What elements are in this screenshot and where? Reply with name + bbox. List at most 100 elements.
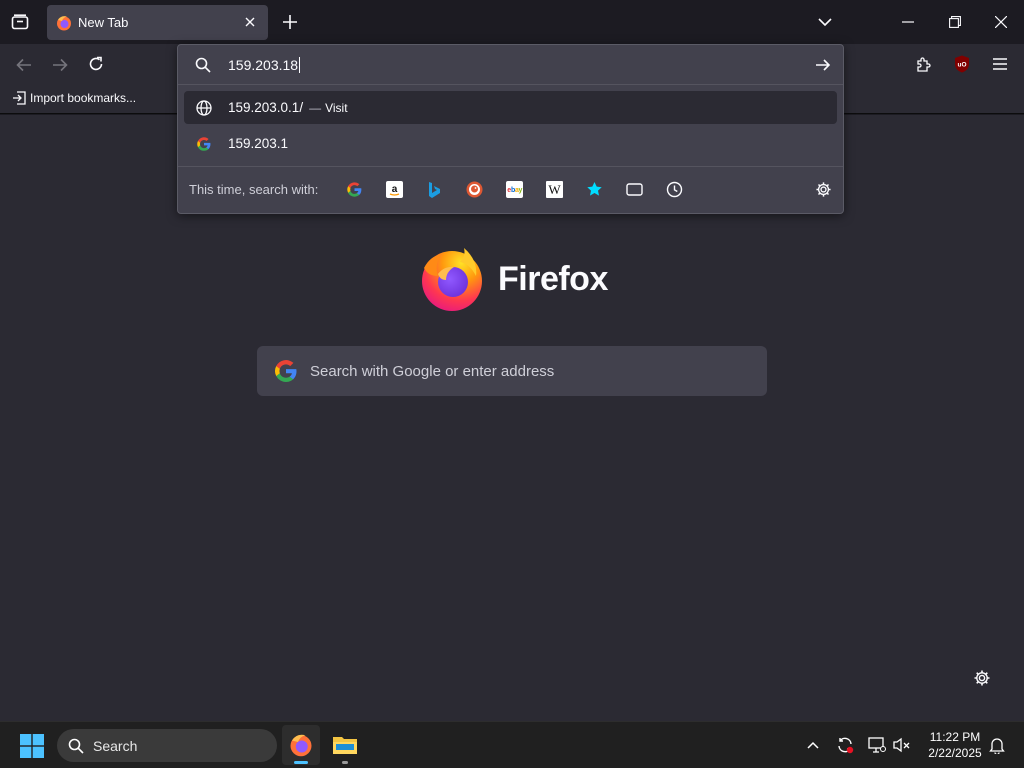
history-search-button[interactable] <box>664 179 684 199</box>
go-arrow-icon[interactable] <box>815 57 831 73</box>
search-icon <box>68 738 84 754</box>
back-arrow-icon <box>16 58 31 72</box>
globe-icon <box>195 99 213 117</box>
google-icon <box>275 360 297 382</box>
import-icon <box>13 91 26 105</box>
bing-engine-button[interactable] <box>424 179 444 199</box>
one-off-search-bar: This time, search with: a ebay W <box>178 166 843 213</box>
google-icon <box>195 135 213 153</box>
restore-button[interactable] <box>943 11 967 33</box>
taskbar-search-label: Search <box>93 737 138 754</box>
volume-muted-icon <box>893 737 910 753</box>
duckduckgo-engine-button[interactable] <box>464 179 484 199</box>
urlbar-value: 159.203.18 <box>228 57 299 73</box>
close-tab-icon[interactable] <box>242 14 258 30</box>
clock-date: 2/22/2025 <box>928 746 982 760</box>
list-all-tabs-button[interactable] <box>814 11 836 33</box>
folder-icon <box>333 737 357 754</box>
suggestion-search-term: 159.203.1 <box>228 136 289 151</box>
clock-time: 11:22 PM <box>929 730 981 744</box>
urlbar-popup: 159.203.18 159.203.0.1/ — Visit 159.203.… <box>177 44 844 214</box>
active-app-indicator <box>294 761 308 764</box>
plus-icon <box>283 15 297 29</box>
reload-button[interactable] <box>85 53 107 75</box>
new-tab-button[interactable] <box>279 11 301 33</box>
suggestion-visit[interactable]: 159.203.0.1/ — Visit <box>184 91 837 124</box>
star-icon <box>586 181 602 196</box>
suggestion-separator: — <box>309 100 322 115</box>
minimize-button[interactable] <box>896 11 920 33</box>
text-caret <box>299 57 301 73</box>
bing-icon <box>429 181 440 198</box>
chevron-up-icon <box>807 741 819 749</box>
import-bookmarks-label: Import bookmarks... <box>30 91 137 105</box>
suggestion-action: Visit <box>325 100 348 115</box>
firefox-wordmark: Firefox <box>498 259 608 298</box>
firefox-logo-icon <box>422 248 482 311</box>
import-bookmarks-button[interactable]: Import bookmarks... <box>12 91 136 105</box>
tabs-search-button[interactable] <box>624 179 644 199</box>
search-settings-button[interactable] <box>813 179 833 199</box>
urlbar[interactable]: 159.203.18 <box>178 45 843 85</box>
show-hidden-icons-button[interactable] <box>802 734 824 756</box>
amazon-icon: a <box>385 180 403 198</box>
gear-icon <box>974 670 990 686</box>
taskbar-file-explorer[interactable] <box>327 725 363 765</box>
restore-icon <box>949 16 961 28</box>
firefox-logo: Firefox <box>420 246 608 312</box>
svg-text:uO: uO <box>957 62 966 69</box>
notifications-button[interactable] <box>986 734 1008 756</box>
firefox-tab-icon <box>57 15 71 30</box>
amazon-engine-button[interactable]: a <box>384 179 404 199</box>
extensions-button[interactable] <box>913 53 935 75</box>
duckduckgo-icon <box>466 181 482 197</box>
gear-icon <box>815 181 831 197</box>
new-tab-search-box[interactable]: Search with Google or enter address <box>257 346 767 396</box>
svg-text:W: W <box>548 182 561 197</box>
google-icon <box>346 181 361 197</box>
forward-button[interactable] <box>49 54 71 76</box>
search-icon <box>195 57 211 73</box>
ublock-origin-button[interactable]: uO <box>951 53 973 75</box>
search-placeholder: Search with Google or enter address <box>310 362 555 380</box>
sync-icon <box>838 737 854 754</box>
svg-text:a: a <box>391 184 397 195</box>
tab-icon <box>625 182 643 196</box>
tray-network-button[interactable] <box>866 734 888 756</box>
bell-icon <box>989 738 1005 754</box>
hamburger-menu-icon <box>993 58 1007 70</box>
google-engine-button[interactable] <box>344 179 364 199</box>
back-button[interactable] <box>13 54 35 76</box>
firefox-view-button[interactable] <box>8 11 32 33</box>
taskbar-clock[interactable]: 11:22 PM 2/22/2025 <box>918 729 992 761</box>
firefox-view-icon <box>11 14 29 30</box>
network-monitor-icon <box>868 737 886 753</box>
running-app-indicator <box>342 761 348 764</box>
tray-volume-button[interactable] <box>891 734 913 756</box>
ublock-origin-icon: uO <box>955 55 969 73</box>
taskbar-search[interactable]: Search <box>57 729 277 762</box>
urlbar-input-text[interactable]: 159.203.18 <box>228 57 301 73</box>
suggestion-url: 159.203.0.1/ <box>228 100 304 115</box>
close-window-button[interactable] <box>989 11 1013 33</box>
one-off-label: This time, search with: <box>189 182 319 197</box>
suggestion-google-search[interactable]: 159.203.1 <box>184 127 837 160</box>
menu-button[interactable] <box>989 53 1011 75</box>
chevron-down-icon <box>818 17 832 26</box>
start-button[interactable] <box>18 732 46 760</box>
windows-taskbar: Search 11:22 PM 2/22/2025 <box>0 721 1024 768</box>
tab-new-tab[interactable]: New Tab <box>47 5 268 40</box>
reload-icon <box>89 56 103 71</box>
tray-sync-icon-button[interactable] <box>834 734 856 756</box>
wikipedia-engine-button[interactable]: W <box>544 179 564 199</box>
puzzle-icon <box>917 57 931 72</box>
taskbar-firefox[interactable] <box>282 725 320 765</box>
ebay-engine-button[interactable]: ebay <box>504 179 524 199</box>
customize-page-button[interactable] <box>973 669 991 692</box>
minimize-icon <box>902 21 914 23</box>
wikipedia-icon: W <box>545 180 563 198</box>
bookmarks-search-button[interactable] <box>584 179 604 199</box>
forward-arrow-icon <box>53 58 68 72</box>
title-bar: New Tab <box>0 0 1024 44</box>
ebay-icon: ebay <box>505 180 523 198</box>
